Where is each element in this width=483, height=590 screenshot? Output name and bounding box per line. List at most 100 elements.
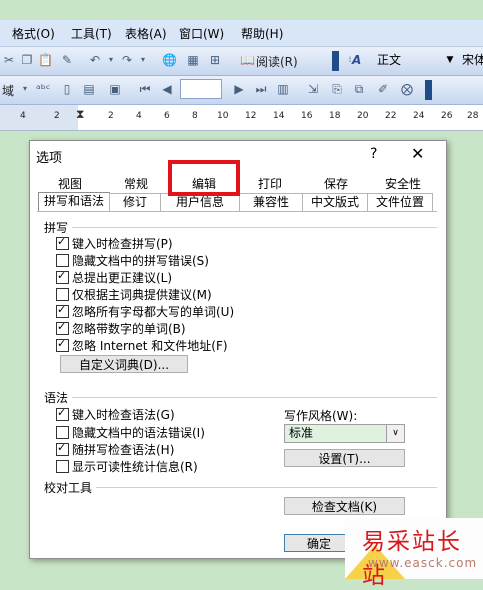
checkbox[interactable]	[56, 320, 69, 335]
reading-icon: 📖	[240, 53, 255, 67]
redo-dropdown-icon[interactable]: ▾	[136, 53, 150, 67]
redo-icon[interactable]: ↷	[120, 53, 134, 67]
checkbox[interactable]	[56, 235, 69, 250]
track-changes-icon[interactable]: ✐	[376, 82, 390, 96]
actual-size-icon[interactable]: ⇲	[306, 82, 320, 96]
option-label: 仅根据主词典提供建议(M)	[72, 287, 212, 302]
cut-icon[interactable]: ✂	[2, 53, 16, 67]
style-dropdown-icon[interactable]: ▼	[443, 53, 457, 67]
format-painter-icon[interactable]: ✎	[60, 53, 74, 67]
menu-help[interactable]: 帮助(H)	[241, 25, 283, 42]
hyperlink-icon[interactable]: 🌐	[162, 53, 177, 67]
paste-icon[interactable]: 📋	[38, 53, 53, 67]
ignore-numbers-option[interactable]: 忽略带数字的单词(B)	[56, 320, 186, 336]
watermark-url: www.easck.com	[368, 556, 478, 570]
last-page-icon[interactable]: ⏭	[254, 82, 268, 96]
doc-map-icon[interactable]: ▤	[82, 82, 96, 96]
tab-chinese-layout[interactable]: 中文版式	[302, 193, 368, 211]
option-label: 忽略 Internet 和文件地址(F)	[72, 338, 228, 353]
prev-page-icon[interactable]: ◀	[160, 82, 174, 96]
tab-track-changes[interactable]: 修订	[109, 193, 161, 211]
grammar-settings-button[interactable]: 设置(T)...	[284, 449, 405, 467]
reading-button[interactable]: 阅读(R)	[256, 53, 298, 70]
menu-table[interactable]: 表格(A)	[125, 25, 167, 42]
check-spelling-as-type-option[interactable]: 键入时检查拼写(P)	[56, 235, 173, 251]
tab-general[interactable]: 常规	[110, 176, 162, 193]
tab-spelling-grammar[interactable]: 拼写和语法	[38, 192, 110, 212]
insert-table-icon[interactable]: ⊞	[208, 53, 222, 67]
options-dialog: 选项 ? ✕ 视图 常规 编辑 打印 保存 安全性 拼写和语法 修订 用户信息 …	[29, 140, 447, 559]
always-suggest-option[interactable]: 总提出更正建议(L)	[56, 269, 172, 285]
close-reading-icon[interactable]: ⨂	[400, 82, 414, 96]
checkbox[interactable]	[56, 253, 69, 267]
ruler-number: 20	[357, 111, 369, 121]
menu-window[interactable]: 窗口(W)	[179, 25, 224, 42]
check-grammar-with-spelling-option[interactable]: 随拼写检查语法(H)	[56, 441, 174, 457]
ruler-number: 22	[385, 111, 397, 121]
close-button[interactable]: ✕	[411, 144, 424, 163]
tab-compatibility[interactable]: 兼容性	[239, 193, 303, 211]
checkbox[interactable]	[56, 303, 69, 318]
undo-dropdown-icon[interactable]: ▾	[104, 53, 118, 67]
menu-format[interactable]: 格式(O)	[12, 25, 55, 42]
help-button[interactable]: ?	[370, 146, 377, 162]
thumbnail-icon[interactable]: ▣	[108, 82, 122, 96]
view-icon[interactable]: ▥	[276, 82, 290, 96]
menu-tools[interactable]: 工具(T)	[71, 25, 112, 42]
writing-style-select[interactable]: 标准 ∨	[284, 424, 405, 443]
checkbox[interactable]	[56, 425, 69, 439]
tab-print[interactable]: 打印	[244, 176, 296, 193]
ruler-number: 4	[20, 111, 26, 121]
tab-security[interactable]: 安全性	[375, 176, 431, 193]
hide-spelling-errors-option[interactable]: 隐藏文档中的拼写错误(S)	[56, 252, 209, 268]
first-page-icon[interactable]: ⏮	[138, 82, 152, 96]
option-label: 总提出更正建议(L)	[72, 270, 173, 285]
recheck-document-button[interactable]: 检查文档(K)	[284, 497, 405, 515]
compare-icon[interactable]: ⧉	[352, 82, 366, 96]
page-icon[interactable]: ▯	[60, 82, 74, 96]
custom-dictionaries-button[interactable]: 自定义词典(D)...	[60, 355, 188, 373]
ruler-number: 2	[54, 111, 60, 121]
indent-marker-icon[interactable]: ⧗	[76, 107, 84, 122]
tab-view[interactable]: 视图	[44, 176, 96, 193]
next-page-icon[interactable]: ▶	[232, 82, 246, 96]
font-combo[interactable]: 宋体	[458, 51, 483, 69]
option-label: 键入时检查拼写(P)	[72, 236, 173, 251]
checkbox[interactable]	[56, 269, 69, 284]
styles-pane-icon[interactable]: A	[352, 53, 361, 67]
abc-icon[interactable]: ᵃᵇᶜ	[36, 82, 50, 96]
toolbar2-options-grip[interactable]	[425, 80, 432, 100]
checkbox[interactable]	[56, 287, 69, 301]
hide-grammar-errors-option[interactable]: 隐藏文档中的语法错误(I)	[56, 424, 205, 440]
ruler-number: 26	[441, 111, 453, 121]
ok-button[interactable]: 确定	[284, 534, 354, 552]
checkbox[interactable]	[56, 337, 69, 352]
chevron-down-icon[interactable]: ∨	[386, 425, 404, 442]
tab-file-locations[interactable]: 文件位置	[367, 193, 433, 211]
checkbox[interactable]	[56, 406, 69, 421]
option-label: 隐藏文档中的语法错误(I)	[72, 425, 205, 440]
tab-save[interactable]: 保存	[310, 176, 362, 193]
main-dictionary-only-option[interactable]: 仅根据主词典提供建议(M)	[56, 286, 212, 302]
tables-borders-icon[interactable]: ▦	[186, 53, 200, 67]
menu-bar: 格式(O) 工具(T) 表格(A) 窗口(W) 帮助(H)	[0, 20, 483, 47]
ruler-number: 24	[413, 111, 425, 121]
field-label[interactable]: 域	[2, 82, 14, 99]
page-number-input[interactable]	[180, 79, 222, 99]
ruler-numbers: 4 2 ⧗ 2 4 6 8 10 12 14 16 18 20 22 24 26…	[0, 105, 483, 130]
page-setup-icon[interactable]: ⎘	[330, 82, 344, 96]
option-label: 键入时检查语法(G)	[72, 407, 175, 422]
ignore-uppercase-option[interactable]: 忽略所有字母都大写的单词(U)	[56, 303, 234, 319]
ruler-number: 28	[467, 111, 479, 121]
readability-stats-option[interactable]: 显示可读性统计信息(R)	[56, 458, 198, 474]
check-grammar-as-type-option[interactable]: 键入时检查语法(G)	[56, 406, 175, 422]
checkbox[interactable]	[56, 459, 69, 473]
field-dropdown-icon[interactable]: ▾	[18, 82, 32, 96]
highlight-box	[168, 160, 240, 196]
ruler-number: 10	[217, 111, 229, 121]
copy-icon[interactable]: ❐	[20, 53, 34, 67]
ignore-internet-option[interactable]: 忽略 Internet 和文件地址(F)	[56, 337, 228, 353]
checkbox[interactable]	[56, 441, 69, 456]
undo-icon[interactable]: ↶	[88, 53, 102, 67]
toolbar-options-grip[interactable]	[332, 51, 339, 71]
